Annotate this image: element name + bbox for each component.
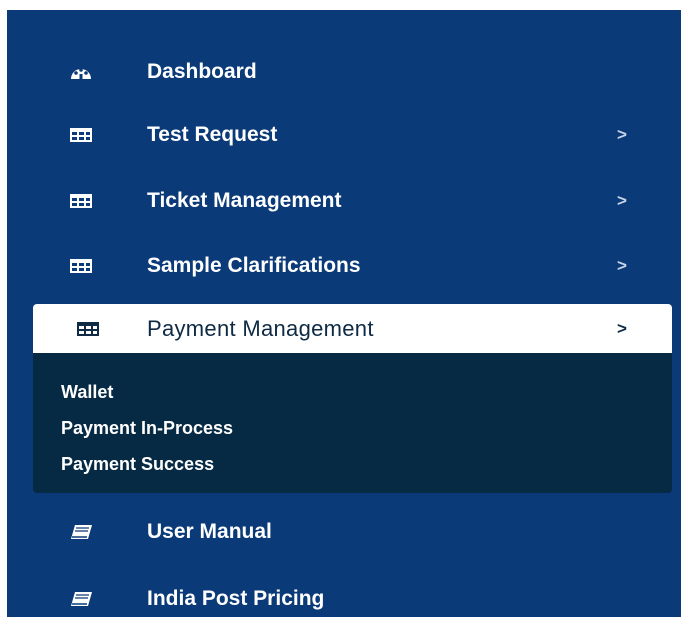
menu-item-ticket-management[interactable]: Ticket Management > xyxy=(7,175,681,227)
menu-item-label: Ticket Management xyxy=(147,189,342,212)
sidebar: Dashboard Test Request > Ticket Manageme… xyxy=(7,10,681,617)
submenu-item-payment-success[interactable]: Payment Success xyxy=(61,454,214,475)
menu-item-label: Dashboard xyxy=(147,60,257,83)
book-icon xyxy=(69,590,93,608)
menu-item-sample-clarifications[interactable]: Sample Clarifications > xyxy=(7,240,681,292)
table-icon xyxy=(69,192,93,210)
menu-item-payment-management[interactable]: Payment Management > xyxy=(33,304,672,354)
palette-icon xyxy=(69,63,93,81)
menu-item-label: Payment Management xyxy=(147,316,374,341)
table-icon xyxy=(69,257,93,275)
submenu-item-payment-in-process[interactable]: Payment In-Process xyxy=(61,418,233,439)
book-icon xyxy=(69,523,93,541)
chevron-right-icon: > xyxy=(617,125,627,144)
payment-submenu: Wallet Payment In-Process Payment Succes… xyxy=(33,353,672,493)
menu-item-label: India Post Pricing xyxy=(147,587,325,610)
menu-item-test-request[interactable]: Test Request > xyxy=(7,109,681,161)
menu-item-label: Test Request xyxy=(147,123,278,146)
menu-item-user-manual[interactable]: User Manual xyxy=(7,506,681,558)
menu-item-india-post-pricing[interactable]: India Post Pricing xyxy=(7,573,681,625)
chevron-right-icon: > xyxy=(617,191,627,210)
table-icon xyxy=(69,126,93,144)
submenu-item-wallet[interactable]: Wallet xyxy=(61,382,113,403)
menu-item-label: User Manual xyxy=(147,520,272,543)
table-icon xyxy=(76,320,100,338)
menu-item-dashboard[interactable]: Dashboard xyxy=(7,46,681,98)
menu-item-label: Sample Clarifications xyxy=(147,254,361,277)
chevron-right-icon: > xyxy=(617,256,627,275)
chevron-right-icon: > xyxy=(617,319,627,338)
